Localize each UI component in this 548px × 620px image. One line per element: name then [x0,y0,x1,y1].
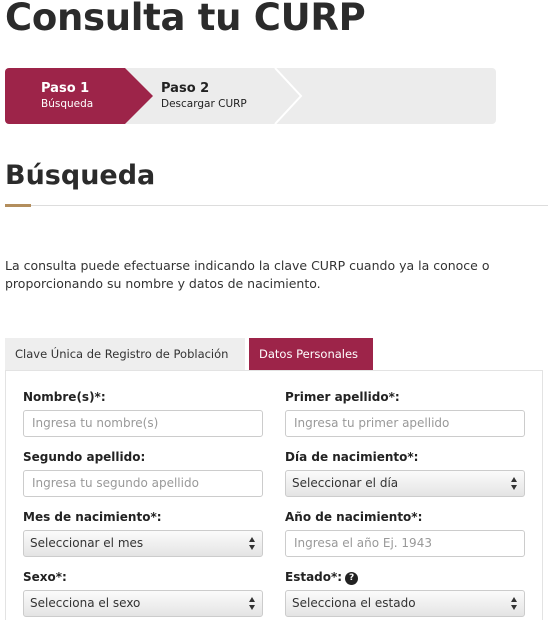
dia-nacimiento-value: Seleccionar el día [292,476,399,490]
sexo-label: Sexo*: [23,570,67,584]
intro-text: La consulta puede efectuarse indicando l… [5,258,490,291]
estado-value: Selecciona el estado [292,596,416,610]
progress-stepper: Paso 1 Búsqueda Paso 2 Descargar CURP [5,68,496,124]
updown-arrows-icon [249,537,255,550]
nombre-label: Nombre(s)*: [23,390,106,404]
segundo-apellido-label: Segundo apellido: [23,450,146,464]
tab-clave-curp[interactable]: Clave Única de Registro de Población [5,338,245,371]
page-title: Consulta tu CURP [5,0,366,39]
mes-nacimiento-select[interactable]: Seleccionar el mes [23,530,263,557]
step-2-description: Descargar CURP [161,98,247,110]
sexo-select[interactable]: Selecciona el sexo [23,590,263,617]
section-accent-bar [5,204,31,207]
step-1-description: Búsqueda [41,98,94,110]
step-2-number: Paso 2 [161,81,210,96]
anio-nacimiento-input[interactable]: Ingresa el año Ej. 1943 [285,530,525,557]
estado-label: Estado*:? [285,570,359,585]
step-1-active: Paso 1 Búsqueda [5,68,153,124]
mes-nacimiento-label: Mes de nacimiento*: [23,510,162,524]
updown-arrows-icon [249,597,255,610]
step-1-number: Paso 1 [41,81,90,96]
updown-arrows-icon [511,597,517,610]
section-title: Búsqueda [5,160,156,191]
question-circle-icon[interactable]: ? [345,572,359,585]
anio-nacimiento-label: Año de nacimiento*: [285,510,423,524]
dia-nacimiento-select[interactable]: Seleccionar el día [285,470,525,497]
dia-nacimiento-label: Día de nacimiento*: [285,450,419,464]
segundo-apellido-input[interactable]: Ingresa tu segundo apellido [23,470,263,497]
updown-arrows-icon [511,477,517,490]
primer-apellido-input[interactable]: Ingresa tu primer apellido [285,410,525,437]
mes-nacimiento-value: Seleccionar el mes [30,536,144,550]
nombre-input[interactable]: Ingresa tu nombre(s) [23,410,263,437]
tab-datos-personales[interactable]: Datos Personales [249,338,373,371]
estado-select[interactable]: Selecciona el estado [285,590,525,617]
personal-data-form: Nombre(s)*: Ingresa tu nombre(s) Primer … [5,370,543,620]
step-2-chevron-icon [274,68,303,124]
estado-label-text: Estado*: [285,570,343,584]
primer-apellido-label: Primer apellido*: [285,390,400,404]
sexo-value: Selecciona el sexo [30,596,141,610]
step-2: Paso 2 Descargar CURP [153,68,313,124]
section-divider [5,205,548,206]
